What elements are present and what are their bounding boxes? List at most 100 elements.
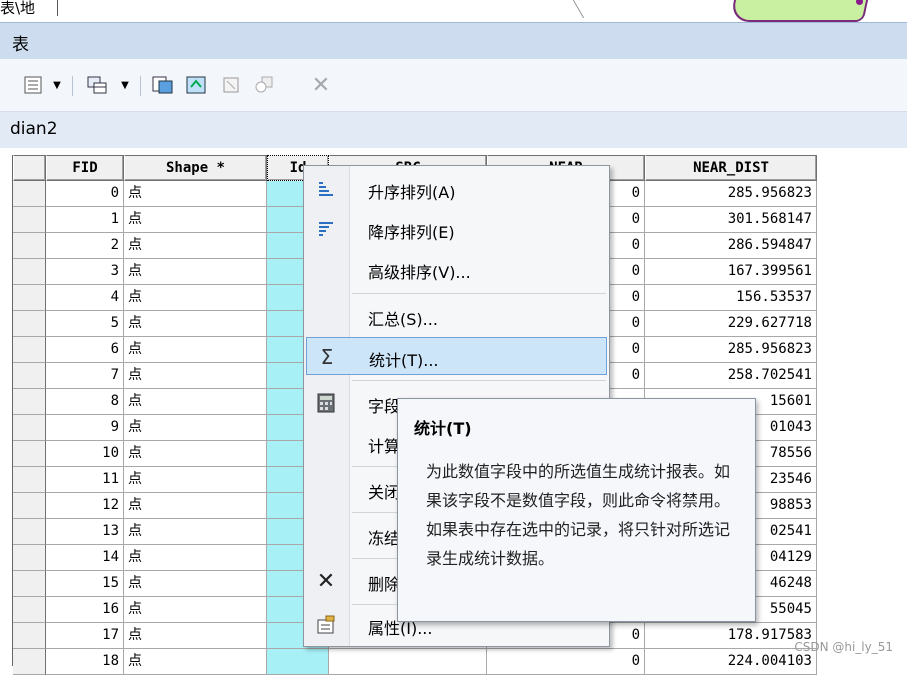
menu-label: 统计(T)... bbox=[369, 351, 439, 370]
cell-shape[interactable]: 点 bbox=[124, 337, 267, 363]
cell-fid[interactable]: 14 bbox=[46, 545, 124, 571]
table-toolbar: ▼ ▼ ✕ bbox=[0, 59, 907, 112]
column-header-fid[interactable]: FID bbox=[46, 155, 124, 181]
column-header-shape[interactable]: Shape * bbox=[124, 155, 267, 181]
cell-fid[interactable]: 13 bbox=[46, 519, 124, 545]
map-crumb: 表\地 bbox=[0, 0, 36, 17]
row-selector[interactable] bbox=[13, 493, 46, 519]
row-selector[interactable] bbox=[13, 467, 46, 493]
cell-shape[interactable]: 点 bbox=[124, 207, 267, 233]
cell-near-dist[interactable]: 285.956823 bbox=[645, 181, 817, 207]
row-selector[interactable] bbox=[13, 363, 46, 389]
menu-item-statistics[interactable]: Σ 统计(T)... bbox=[306, 337, 607, 375]
cell-near-dist[interactable]: 224.004103 bbox=[645, 649, 817, 675]
clear-selection-icon[interactable] bbox=[220, 74, 242, 96]
sigma-icon: Σ bbox=[320, 345, 334, 369]
cell-near-dist[interactable]: 286.594847 bbox=[645, 233, 817, 259]
row-selector[interactable] bbox=[13, 441, 46, 467]
row-selector[interactable] bbox=[13, 545, 46, 571]
row-selector[interactable] bbox=[13, 415, 46, 441]
cell-fid[interactable]: 16 bbox=[46, 597, 124, 623]
cell-fid[interactable]: 9 bbox=[46, 415, 124, 441]
cell-fid[interactable]: 12 bbox=[46, 493, 124, 519]
row-selector[interactable] bbox=[13, 389, 46, 415]
dropdown-icon[interactable]: ▼ bbox=[50, 74, 64, 96]
cell-fid[interactable]: 8 bbox=[46, 389, 124, 415]
cell-shape[interactable]: 点 bbox=[124, 623, 267, 649]
cell-shape[interactable]: 点 bbox=[124, 181, 267, 207]
cell-fid[interactable]: 11 bbox=[46, 467, 124, 493]
cell-shape[interactable]: 点 bbox=[124, 285, 267, 311]
cell-shape[interactable]: 点 bbox=[124, 467, 267, 493]
row-selector[interactable] bbox=[13, 285, 46, 311]
menu-item-sort-descending[interactable]: 降序排列(E) bbox=[306, 210, 607, 248]
cell-shape[interactable]: 点 bbox=[124, 389, 267, 415]
row-selector[interactable] bbox=[13, 571, 46, 597]
cell-shape[interactable]: 点 bbox=[124, 545, 267, 571]
dropdown-icon[interactable]: ▼ bbox=[118, 74, 132, 96]
row-selector[interactable] bbox=[13, 259, 46, 285]
row-selector[interactable] bbox=[13, 649, 46, 675]
column-header-near-dist[interactable]: NEAR_DIST bbox=[645, 155, 817, 181]
cell-shape[interactable]: 点 bbox=[124, 571, 267, 597]
cell-near-dist[interactable]: 285.956823 bbox=[645, 337, 817, 363]
cell-near-dist[interactable]: 229.627718 bbox=[645, 311, 817, 337]
cell-fid[interactable]: 17 bbox=[46, 623, 124, 649]
cell-shape[interactable]: 点 bbox=[124, 493, 267, 519]
table-options-icon[interactable] bbox=[22, 74, 44, 96]
select-by-attributes-icon[interactable] bbox=[150, 74, 176, 96]
cell-near-dist[interactable]: 167.399561 bbox=[645, 259, 817, 285]
toolbar-separator bbox=[72, 76, 73, 96]
cell-fid[interactable]: 0 bbox=[46, 181, 124, 207]
cell-srce-fid[interactable] bbox=[329, 649, 487, 675]
cell-shape[interactable]: 点 bbox=[124, 415, 267, 441]
text-caret bbox=[57, 0, 58, 16]
row-selector[interactable] bbox=[13, 181, 46, 207]
cell-fid[interactable]: 3 bbox=[46, 259, 124, 285]
related-tables-icon[interactable] bbox=[84, 74, 110, 96]
cell-near-dist[interactable]: 156.53537 bbox=[645, 285, 817, 311]
layer-tab[interactable]: dian2 bbox=[0, 112, 907, 148]
row-selector[interactable] bbox=[13, 311, 46, 337]
cell-shape[interactable]: 点 bbox=[124, 519, 267, 545]
table-window-titlebar[interactable]: 表 bbox=[0, 22, 907, 59]
cell-shape[interactable]: 点 bbox=[124, 363, 267, 389]
cell-near-dist[interactable]: 301.568147 bbox=[645, 207, 817, 233]
cell-shape[interactable]: 点 bbox=[124, 649, 267, 675]
table-row[interactable]: 18 点 0 224.004103 bbox=[13, 649, 907, 675]
cell-fid[interactable]: 2 bbox=[46, 233, 124, 259]
sort-descending-icon bbox=[314, 218, 338, 240]
row-selector[interactable] bbox=[13, 337, 46, 363]
switch-selection-icon[interactable] bbox=[184, 74, 210, 96]
cell-fid[interactable]: 4 bbox=[46, 285, 124, 311]
menu-item-advanced-sort[interactable]: 高级排序(V)... bbox=[306, 250, 607, 288]
cell-fid[interactable]: 15 bbox=[46, 571, 124, 597]
row-selector[interactable] bbox=[13, 233, 46, 259]
menu-item-sort-ascending[interactable]: 升序排列(A) bbox=[306, 170, 607, 208]
row-selector-header[interactable] bbox=[13, 155, 46, 181]
cell-shape[interactable]: 点 bbox=[124, 259, 267, 285]
cell-fid[interactable]: 5 bbox=[46, 311, 124, 337]
row-selector[interactable] bbox=[13, 623, 46, 649]
cell-shape[interactable]: 点 bbox=[124, 441, 267, 467]
cell-near-fid[interactable]: 0 bbox=[487, 649, 645, 675]
cell-fid[interactable]: 10 bbox=[46, 441, 124, 467]
window-title: 表 bbox=[12, 35, 29, 55]
menu-item-summarize[interactable]: 汇总(S)... bbox=[306, 297, 607, 335]
cell-fid[interactable]: 6 bbox=[46, 337, 124, 363]
menu-label: 降序排列(E) bbox=[368, 223, 455, 242]
cell-fid[interactable]: 7 bbox=[46, 363, 124, 389]
cell-fid[interactable]: 1 bbox=[46, 207, 124, 233]
delete-selected-icon[interactable]: ✕ bbox=[310, 73, 332, 98]
row-selector[interactable] bbox=[13, 597, 46, 623]
cell-shape[interactable]: 点 bbox=[124, 233, 267, 259]
zoom-to-selected-icon[interactable] bbox=[252, 74, 276, 96]
cell-shape[interactable]: 点 bbox=[124, 597, 267, 623]
cell-near-dist[interactable]: 258.702541 bbox=[645, 363, 817, 389]
row-selector[interactable] bbox=[13, 207, 46, 233]
cell-shape[interactable]: 点 bbox=[124, 311, 267, 337]
row-selector[interactable] bbox=[13, 519, 46, 545]
cell-fid[interactable]: 18 bbox=[46, 649, 124, 675]
cell-id[interactable] bbox=[267, 649, 329, 675]
cell-near-dist[interactable]: 178.917583 bbox=[645, 623, 817, 649]
